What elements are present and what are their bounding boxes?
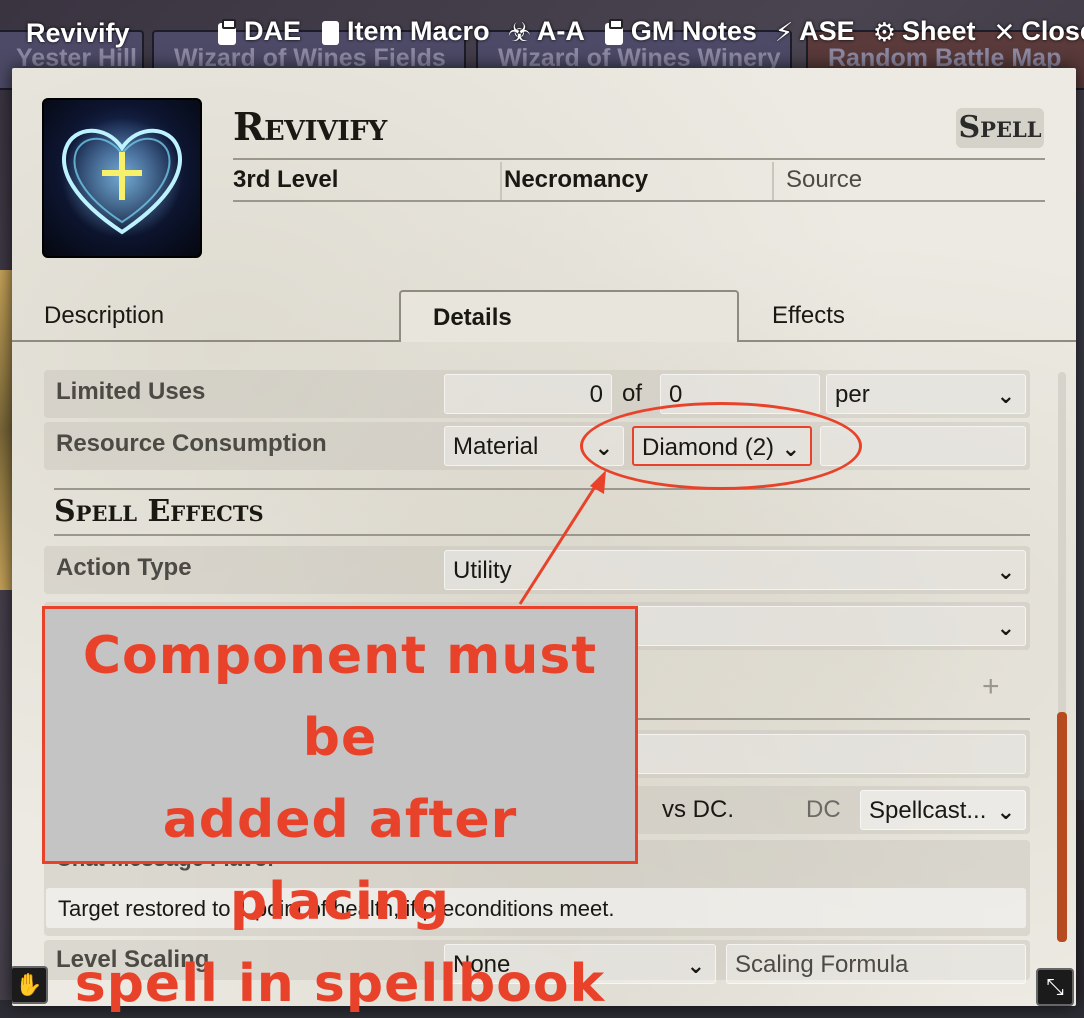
chevron-down-icon: ⌄ bbox=[686, 953, 705, 978]
annotation-line: Component must be bbox=[82, 626, 598, 768]
summary-divider bbox=[233, 200, 1045, 202]
consume-type-value: Material bbox=[453, 433, 539, 460]
section-divider bbox=[54, 488, 1030, 490]
scaling-formula-input[interactable]: Scaling Formula bbox=[726, 944, 1026, 984]
ase-button-label: ASE bbox=[799, 16, 855, 46]
add-damage-button[interactable]: + bbox=[982, 670, 1000, 704]
automated-animations-button[interactable]: ☣ A-A bbox=[508, 16, 585, 47]
action-type-value: Utility bbox=[453, 557, 512, 584]
spell-effects-heading: Spell Effects bbox=[54, 494, 264, 529]
close-button[interactable]: ✕ Close bbox=[994, 16, 1084, 47]
tab-description[interactable]: Description bbox=[44, 302, 164, 330]
summary-separator bbox=[772, 162, 774, 200]
save-dc-value: Spellcast... bbox=[869, 797, 987, 824]
summary-separator bbox=[500, 162, 502, 200]
note-icon bbox=[319, 19, 341, 45]
uses-of-text: of bbox=[622, 380, 643, 407]
source-field[interactable]: Source bbox=[786, 166, 862, 194]
annotation-line: added after placing bbox=[162, 790, 518, 932]
uses-per-value: per bbox=[835, 381, 870, 408]
chevron-down-icon: ⌄ bbox=[996, 559, 1015, 584]
limited-uses-label: Limited Uses bbox=[56, 378, 206, 405]
window-title: Revivify bbox=[26, 18, 130, 48]
uses-per-select[interactable]: per ⌄ bbox=[826, 374, 1026, 414]
resource-consumption-row: Resource Consumption Material ⌄ Diamond … bbox=[44, 422, 1030, 470]
chevron-down-icon: ⌄ bbox=[996, 383, 1015, 408]
section-divider bbox=[54, 534, 1030, 536]
close-icon: ✕ bbox=[993, 16, 1016, 47]
biohazard-icon: ☣ bbox=[507, 16, 531, 47]
resize-icon[interactable]: ⤡ bbox=[1036, 968, 1074, 1006]
tab-details[interactable]: Details bbox=[399, 290, 739, 342]
annotation-highlight-ellipse bbox=[580, 402, 862, 490]
tab-effects[interactable]: Effects bbox=[772, 302, 845, 330]
action-type-select[interactable]: Utility ⌄ bbox=[444, 550, 1026, 590]
item-macro-button[interactable]: Item Macro bbox=[319, 16, 490, 47]
save-dc-select[interactable]: Spellcast... ⌄ bbox=[860, 790, 1026, 830]
gm-notes-button-label: GM Notes bbox=[630, 16, 757, 46]
item-macro-button-label: Item Macro bbox=[347, 16, 490, 46]
ase-button[interactable]: ⚡ ASE bbox=[775, 16, 855, 47]
spell-school: Necromancy bbox=[504, 166, 649, 193]
item-image[interactable] bbox=[42, 98, 202, 258]
scrollbar-thumb[interactable] bbox=[1057, 712, 1067, 942]
window-header: Revivify DAE Item Macro ☣ A-A GM Notes ⚡… bbox=[0, 0, 1084, 70]
item-type-badge: Spell bbox=[956, 108, 1044, 148]
dae-button[interactable]: DAE bbox=[216, 16, 301, 47]
chevron-down-icon: ⌄ bbox=[996, 615, 1015, 640]
heart-icon bbox=[62, 118, 182, 238]
save-vs-dc-text: vs DC. bbox=[662, 796, 734, 823]
item-name[interactable]: Revivify bbox=[233, 104, 387, 149]
chevron-down-icon: ⌄ bbox=[996, 799, 1015, 824]
automated-animations-button-label: A-A bbox=[536, 16, 585, 46]
gear-icon: ⚙ bbox=[872, 16, 896, 47]
sheet-config-button-label: Sheet bbox=[902, 16, 976, 46]
spell-level: 3rd Level bbox=[233, 166, 339, 193]
resource-consumption-label: Resource Consumption bbox=[56, 430, 327, 457]
clipboard-icon bbox=[216, 18, 238, 45]
action-type-label: Action Type bbox=[56, 554, 192, 581]
annotation-line: spell in spellbook bbox=[74, 954, 606, 1014]
header-controls: DAE Item Macro ☣ A-A GM Notes ⚡ ASE ⚙ Sh… bbox=[216, 16, 1084, 47]
dae-button-label: DAE bbox=[244, 16, 302, 46]
uses-value-input[interactable]: 0 bbox=[444, 374, 612, 414]
gm-notes-button[interactable]: GM Notes bbox=[603, 16, 757, 47]
annotation-callout: Component must be added after placing sp… bbox=[42, 606, 638, 1014]
action-type-row: Action Type Utility ⌄ bbox=[44, 546, 1030, 594]
hand-icon[interactable]: ✋ bbox=[12, 966, 48, 1004]
limited-uses-row: Limited Uses 0 of 0 per ⌄ bbox=[44, 370, 1030, 418]
summary-divider bbox=[233, 158, 1045, 160]
sheet-config-button[interactable]: ⚙ Sheet bbox=[873, 16, 976, 47]
close-button-label: Close bbox=[1021, 16, 1084, 46]
wand-icon: ⚡ bbox=[774, 16, 794, 47]
save-dc-label: DC bbox=[806, 796, 841, 823]
clipboard-icon bbox=[603, 18, 625, 45]
